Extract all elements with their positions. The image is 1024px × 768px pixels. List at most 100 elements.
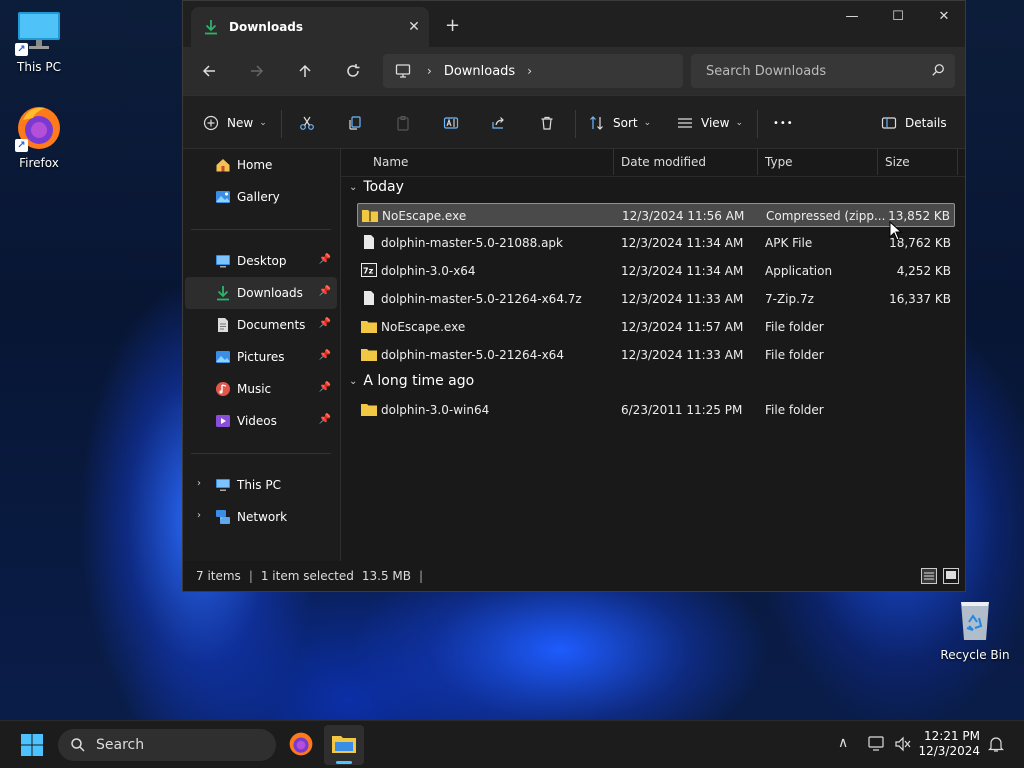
svg-text:7z: 7z bbox=[363, 267, 374, 276]
file-explorer-icon bbox=[332, 736, 356, 753]
sidebar-item-desktop[interactable]: Desktop 📌 bbox=[185, 245, 337, 277]
taskbar-search-label: Search bbox=[96, 737, 145, 753]
expand-chevron-icon[interactable]: › bbox=[197, 478, 201, 489]
group-label: Today bbox=[363, 179, 404, 195]
group-header-long-time-ago[interactable]: ⌄ A long time ago bbox=[349, 373, 474, 389]
folder-icon bbox=[361, 404, 377, 416]
tiles-view-button[interactable] bbox=[943, 568, 959, 584]
taskbar: Search ∧ 12:21 PM 12/3/2024 bbox=[0, 720, 1024, 768]
column-divider[interactable] bbox=[613, 149, 614, 175]
details-button[interactable]: Details bbox=[881, 111, 947, 135]
details-label: Details bbox=[905, 116, 947, 130]
forward-button[interactable] bbox=[241, 57, 273, 85]
pictures-folder-icon bbox=[216, 351, 230, 363]
column-type[interactable]: Type bbox=[765, 155, 793, 169]
sort-button[interactable]: Sort ⌄ bbox=[589, 111, 651, 135]
cut-button[interactable] bbox=[299, 111, 315, 135]
chevron-down-icon: ⌄ bbox=[349, 375, 358, 387]
pin-icon: 📌 bbox=[318, 350, 331, 361]
sidebar-item-videos[interactable]: Videos 📌 bbox=[185, 405, 337, 437]
table-row[interactable]: dolphin-master-5.0-21088.apk 12/3/2024 1… bbox=[357, 231, 955, 255]
firefox-icon bbox=[289, 732, 313, 756]
delete-button[interactable] bbox=[539, 111, 555, 135]
refresh-button[interactable] bbox=[337, 57, 369, 85]
search-icon bbox=[932, 64, 944, 76]
more-options-button[interactable]: ••• bbox=[773, 111, 794, 135]
taskbar-firefox-button[interactable] bbox=[288, 731, 314, 760]
folder-icon bbox=[361, 349, 377, 361]
taskbar-search-box[interactable]: Search bbox=[58, 729, 276, 761]
close-button[interactable]: ✕ bbox=[921, 1, 967, 33]
maximize-button[interactable]: ☐ bbox=[875, 1, 921, 33]
sidebar-item-label: Downloads bbox=[237, 286, 303, 300]
copy-button[interactable] bbox=[347, 111, 363, 135]
desktop-icon-label: Recycle Bin bbox=[940, 648, 1010, 662]
breadcrumb-downloads[interactable]: Downloads bbox=[444, 64, 515, 79]
volume-muted-icon[interactable] bbox=[894, 736, 912, 755]
search-input[interactable]: Search Downloads bbox=[691, 54, 955, 88]
column-name[interactable]: Name bbox=[373, 155, 408, 169]
column-header: Name Date modified Type Size bbox=[341, 149, 965, 177]
up-button[interactable] bbox=[289, 57, 321, 85]
column-divider[interactable] bbox=[757, 149, 758, 175]
file-size: 4,252 KB bbox=[896, 264, 951, 278]
rename-button[interactable] bbox=[443, 111, 459, 135]
pin-icon: 📌 bbox=[318, 414, 331, 425]
pin-icon: 📌 bbox=[318, 382, 331, 393]
column-size[interactable]: Size bbox=[885, 155, 910, 169]
new-button[interactable]: New ⌄ bbox=[203, 111, 267, 135]
share-button[interactable] bbox=[491, 111, 507, 135]
desktop-icon-recycle-bin[interactable]: Recycle Bin bbox=[937, 596, 1013, 662]
sidebar-item-pictures[interactable]: Pictures 📌 bbox=[185, 341, 337, 373]
desktop-icon-firefox[interactable]: ↗ Firefox bbox=[1, 104, 77, 170]
home-icon bbox=[216, 159, 230, 172]
table-row[interactable]: NoEscape.exe 12/3/2024 11:56 AM Compress… bbox=[357, 203, 955, 227]
table-row[interactable]: NoEscape.exe 12/3/2024 11:57 AM File fol… bbox=[357, 315, 955, 339]
notification-bell-icon[interactable] bbox=[988, 735, 1004, 756]
details-view-button[interactable] bbox=[921, 568, 937, 584]
expand-chevron-icon[interactable]: › bbox=[197, 510, 201, 521]
sidebar-item-network[interactable]: › Network bbox=[185, 501, 337, 533]
new-label: New bbox=[227, 116, 254, 130]
address-bar[interactable]: › Downloads › bbox=[383, 54, 683, 88]
column-divider[interactable] bbox=[877, 149, 878, 175]
paste-button[interactable] bbox=[395, 111, 411, 135]
sidebar-item-gallery[interactable]: Gallery bbox=[185, 181, 337, 213]
tab-close-button[interactable]: ✕ bbox=[399, 19, 429, 35]
view-button[interactable]: View ⌄ bbox=[677, 111, 743, 135]
shortcut-arrow-icon: ↗ bbox=[15, 43, 28, 56]
table-row[interactable]: dolphin-3.0-win64 6/23/2011 11:25 PM Fil… bbox=[357, 398, 955, 422]
sort-label: Sort bbox=[613, 116, 638, 130]
minimize-button[interactable]: — bbox=[829, 1, 875, 33]
sidebar-item-downloads[interactable]: Downloads 📌 bbox=[185, 277, 337, 309]
file-date: 6/23/2011 11:25 PM bbox=[621, 403, 743, 417]
sidebar-item-this-pc[interactable]: › This PC bbox=[185, 469, 337, 501]
table-row[interactable]: 7z dolphin-3.0-x64 12/3/2024 11:34 AM Ap… bbox=[357, 259, 955, 283]
column-divider[interactable] bbox=[957, 149, 958, 175]
sidebar-item-home[interactable]: Home bbox=[185, 149, 337, 181]
file-type: File folder bbox=[765, 348, 824, 362]
column-date-modified[interactable]: Date modified bbox=[621, 155, 706, 169]
table-row[interactable]: dolphin-master-5.0-21264-x64.7z 12/3/202… bbox=[357, 287, 955, 311]
search-icon bbox=[71, 738, 85, 752]
clock[interactable]: 12:21 PM 12/3/2024 bbox=[918, 729, 980, 759]
network-status-icon[interactable] bbox=[868, 736, 886, 755]
group-header-today[interactable]: ⌄ Today bbox=[349, 179, 404, 195]
tiles-view-icon bbox=[946, 571, 956, 579]
taskbar-file-explorer-button[interactable] bbox=[324, 725, 364, 765]
table-row[interactable]: dolphin-master-5.0-21264-x64 12/3/2024 1… bbox=[357, 343, 955, 367]
sidebar-item-music[interactable]: Music 📌 bbox=[185, 373, 337, 405]
breadcrumb-separator[interactable]: › bbox=[527, 64, 532, 78]
desktop-icon-this-pc[interactable]: ↗ This PC bbox=[1, 8, 77, 74]
pin-icon: 📌 bbox=[318, 286, 331, 297]
sidebar-item-documents[interactable]: Documents 📌 bbox=[185, 309, 337, 341]
file-size: 16,337 KB bbox=[889, 292, 951, 306]
view-list-icon bbox=[678, 118, 692, 128]
new-tab-button[interactable]: + bbox=[445, 15, 460, 36]
tab-downloads[interactable]: Downloads ✕ bbox=[191, 7, 429, 47]
trash-icon bbox=[541, 116, 553, 130]
chevron-down-icon: ⌄ bbox=[735, 118, 744, 128]
start-button[interactable] bbox=[20, 733, 44, 760]
back-button[interactable] bbox=[193, 57, 225, 85]
tray-overflow-button[interactable]: ∧ bbox=[838, 735, 848, 751]
